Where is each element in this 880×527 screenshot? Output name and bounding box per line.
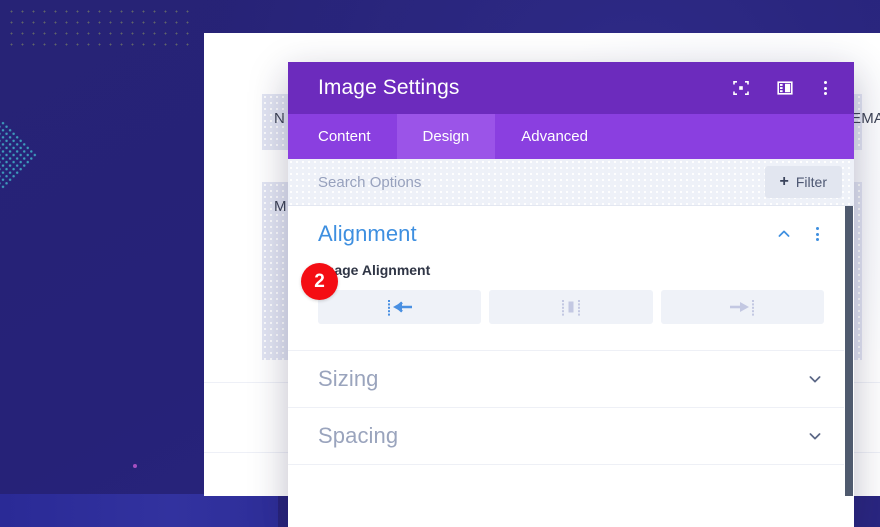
section-alignment: Alignment Image Alignment [288,206,854,351]
section-spacing-title: Spacing [318,423,806,449]
more-vertical-icon[interactable] [810,225,824,243]
tab-advanced[interactable]: Advanced [495,114,614,159]
align-center-icon [556,297,586,317]
image-alignment-field: Image Alignment [318,262,824,350]
align-right-icon [727,297,757,317]
layout-panel-icon[interactable] [774,77,796,99]
page-block-text: EMA [851,110,880,127]
chevron-down-icon[interactable] [806,370,824,388]
tab-design[interactable]: Design [397,114,496,159]
section-sizing: Sizing [288,351,854,408]
align-left-icon [385,297,415,317]
section-sizing-header[interactable]: Sizing [318,351,824,407]
image-alignment-label: Image Alignment [318,262,824,278]
section-sizing-title: Sizing [318,366,806,392]
chevron-up-icon[interactable] [775,225,793,243]
section-spacing-header[interactable]: Spacing [318,408,824,464]
search-input[interactable] [318,174,765,191]
tab-content[interactable]: Content [288,114,397,159]
decorative-bottom-band [0,494,278,527]
modal-tabbar: Content Design Advanced [288,114,854,159]
focus-target-icon[interactable] [730,77,752,99]
align-right-button[interactable] [661,290,824,324]
image-alignment-button-group [318,290,824,324]
screenshot-root: N M EMA er Image Settings [0,0,880,527]
align-left-button[interactable] [318,290,481,324]
section-alignment-title: Alignment [318,221,775,247]
decorative-dot-field [6,6,196,48]
search-row: + Filter [288,159,854,206]
page-block-text: N [274,110,288,127]
scrollbar-track[interactable] [844,206,854,527]
more-vertical-icon[interactable] [818,79,832,97]
plus-icon: + [780,174,789,190]
modal-header-actions [730,77,832,99]
modal-header: Image Settings [288,62,854,114]
section-spacing: Spacing [288,408,854,465]
align-center-button[interactable] [489,290,652,324]
decorative-dot [133,464,137,468]
section-alignment-tools [775,225,824,243]
section-spacing-tools [806,427,824,445]
section-sizing-tools [806,370,824,388]
filter-button[interactable]: + Filter [765,166,842,198]
modal-body: Alignment Image Alignment [288,206,854,527]
filter-button-label: Filter [796,174,827,190]
page-block-text: M [274,198,288,215]
chevron-down-icon[interactable] [806,427,824,445]
section-alignment-header[interactable]: Alignment [318,206,824,262]
step-badge: 2 [301,263,338,300]
scrollbar-thumb[interactable] [845,206,853,496]
modal-title: Image Settings [318,76,730,100]
image-settings-modal: Image Settings [288,62,854,527]
